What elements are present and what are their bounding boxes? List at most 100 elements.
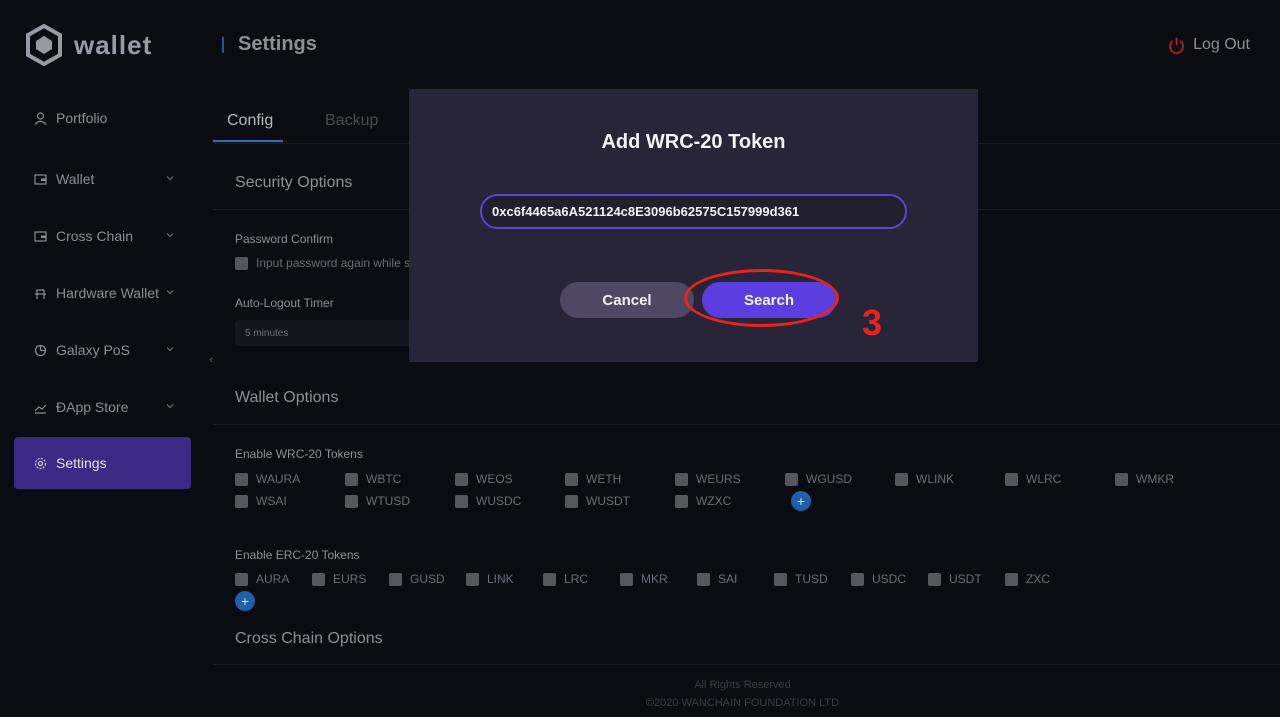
erc20-tokens-label: Enable ERC-20 Tokens: [235, 548, 360, 562]
token-checkbox[interactable]: LRC: [543, 572, 588, 586]
modal-title: Add WRC-20 Token: [601, 131, 786, 153]
token-checkbox[interactable]: WZXC: [675, 494, 731, 508]
token-checkbox[interactable]: AURA: [235, 572, 289, 586]
wallet-icon: [34, 230, 47, 242]
security-options-title: Security Options: [235, 174, 353, 191]
token-checkbox[interactable]: EURS: [312, 572, 366, 586]
checkbox[interactable]: [620, 572, 633, 586]
token-label: WZXC: [696, 494, 732, 508]
sidebar-item-wallet[interactable]: Wallet: [14, 153, 191, 205]
token-checkbox[interactable]: ZXC: [1005, 572, 1050, 586]
token-label: WEOS: [476, 472, 513, 486]
checkbox[interactable]: [345, 472, 358, 486]
password-confirm-label: Password Confirm: [235, 232, 334, 246]
checkbox[interactable]: [675, 494, 688, 508]
checkbox[interactable]: [1005, 572, 1018, 586]
token-checkbox[interactable]: WETH: [565, 472, 621, 486]
add-token-button[interactable]: +: [235, 591, 255, 611]
sidebar-item-label: Settings: [56, 455, 107, 471]
hardware-icon: [35, 288, 46, 299]
token-label: SAI: [718, 572, 738, 586]
sidebar-item-hardware-wallet[interactable]: Hardware Wallet: [14, 267, 191, 319]
token-checkbox[interactable]: TUSD: [774, 572, 828, 586]
checkbox[interactable]: [235, 472, 248, 486]
checkbox[interactable]: [466, 572, 479, 586]
token-checkbox[interactable]: WAURA: [235, 472, 300, 486]
sidebar-item-portfolio[interactable]: Portfolio: [14, 92, 191, 144]
sidebar-item-label: Wallet: [56, 171, 95, 187]
active-tab-indicator: [213, 140, 283, 142]
token-label: USDC: [872, 572, 907, 586]
checkbox[interactable]: [851, 572, 864, 586]
checkbox[interactable]: [345, 494, 358, 508]
sidebar-item-settings[interactable]: Settings: [14, 437, 191, 489]
token-checkbox[interactable]: WBTC: [345, 472, 401, 486]
logo[interactable]: wallet: [26, 24, 152, 66]
checkbox[interactable]: [675, 472, 688, 486]
checkbox[interactable]: [565, 494, 578, 508]
token-label: EURS: [333, 572, 367, 586]
token-checkbox[interactable]: WGUSD: [785, 472, 852, 486]
checkbox[interactable]: [1005, 472, 1018, 486]
chevron-down-icon: [166, 347, 174, 352]
sidebar-item-cross-chain[interactable]: Cross Chain: [14, 210, 191, 262]
checkbox[interactable]: [1115, 472, 1128, 486]
add-token-button[interactable]: +: [791, 491, 811, 511]
token-checkbox[interactable]: LINK: [466, 572, 514, 586]
token-checkbox[interactable]: USDC: [851, 572, 906, 586]
token-label: WETH: [586, 472, 622, 486]
header-accent-bar: [222, 37, 224, 53]
token-label: WUSDT: [586, 494, 630, 508]
tab-backup[interactable]: Backup: [325, 112, 378, 130]
auto-logout-select[interactable]: 5 minutes: [235, 320, 415, 346]
token-checkbox[interactable]: USDT: [928, 572, 982, 586]
token-label: WMKR: [1136, 472, 1174, 486]
logout-label: Log Out: [1193, 36, 1250, 53]
token-checkbox[interactable]: WMKR: [1115, 472, 1174, 486]
checkbox[interactable]: [895, 472, 908, 486]
token-checkbox[interactable]: WSAI: [235, 494, 287, 508]
user-icon: [34, 111, 47, 125]
search-button[interactable]: Search: [702, 282, 836, 318]
wanchain-logo-icon: [26, 24, 62, 66]
token-checkbox[interactable]: WEOS: [455, 472, 513, 486]
sidebar-item-label: Portfolio: [56, 110, 108, 126]
token-label: WBTC: [366, 472, 402, 486]
token-checkbox[interactable]: WTUSD: [345, 494, 410, 508]
checkbox[interactable]: [389, 572, 402, 586]
checkbox[interactable]: [235, 256, 248, 270]
checkbox[interactable]: [235, 572, 248, 586]
checkbox[interactable]: [774, 572, 787, 586]
token-address-input[interactable]: [480, 194, 907, 229]
token-checkbox[interactable]: WLINK: [895, 472, 954, 486]
checkbox[interactable]: [785, 472, 798, 486]
checkbox[interactable]: [455, 494, 468, 508]
logo-text: wallet: [74, 29, 153, 60]
token-checkbox[interactable]: WEURS: [675, 472, 741, 486]
token-checkbox[interactable]: WUSDC: [455, 494, 521, 508]
line-chart-icon: [34, 404, 47, 414]
page-title: Settings: [238, 33, 317, 55]
checkbox[interactable]: [928, 572, 941, 586]
checkbox[interactable]: [697, 572, 710, 586]
cancel-button[interactable]: Cancel: [560, 282, 694, 318]
logout-button[interactable]: Log Out: [1168, 36, 1250, 54]
sidebar-item-dapp-store[interactable]: ĐApp Store: [14, 381, 191, 433]
add-token-modal: Add WRC-20 Token Cancel Search: [409, 89, 978, 362]
tab-config[interactable]: Config: [227, 112, 273, 130]
checkbox[interactable]: [455, 472, 468, 486]
password-confirm-checkbox[interactable]: Input password again while sen: [235, 256, 423, 270]
sidebar-item-label: Cross Chain: [56, 228, 134, 244]
token-checkbox[interactable]: SAI: [697, 572, 737, 586]
token-label: ZXC: [1026, 572, 1050, 586]
chevron-down-icon: [166, 233, 174, 238]
token-checkbox[interactable]: WUSDT: [565, 494, 630, 508]
checkbox[interactable]: [312, 572, 325, 586]
checkbox[interactable]: [565, 472, 578, 486]
sidebar-item-galaxy-pos[interactable]: Galaxy PoS: [14, 324, 191, 376]
token-checkbox[interactable]: WLRC: [1005, 472, 1061, 486]
checkbox[interactable]: [235, 494, 248, 508]
token-checkbox[interactable]: MKR: [620, 572, 668, 586]
checkbox[interactable]: [543, 572, 556, 586]
token-checkbox[interactable]: GUSD: [389, 572, 445, 586]
